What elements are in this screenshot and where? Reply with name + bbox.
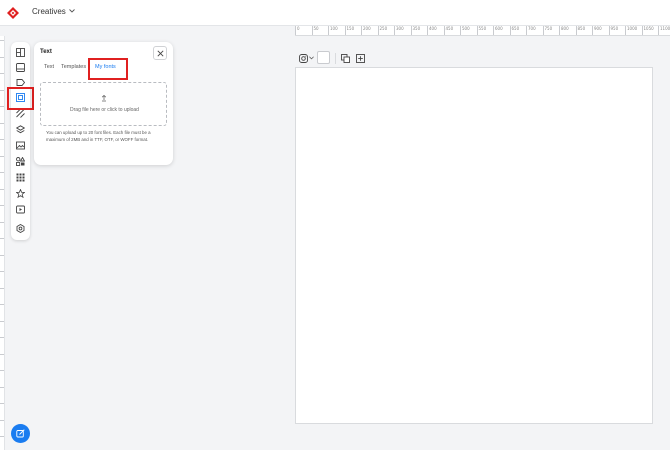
layers-tool[interactable] (15, 124, 26, 135)
layout-icon (16, 48, 25, 57)
ruler-tick-mark (0, 386, 4, 388)
my-fonts-tab-highlight (88, 58, 128, 80)
ruler-tick-label: 650 (509, 26, 519, 35)
ruler-tick-mark (0, 287, 4, 289)
layers-icon (16, 125, 25, 134)
add-icon (355, 53, 365, 63)
ruler-tick-mark (0, 73, 4, 74)
ruler-tick-label: 700 (526, 26, 536, 35)
ruler-tick-label: 450 (443, 26, 453, 35)
upload-hint: You can upload up to 20 font files. Each… (46, 130, 151, 142)
toolbar-divider (335, 53, 336, 64)
background-image-icon (16, 141, 25, 150)
ruler-tick-mark (0, 40, 4, 41)
font-upload-dropzone[interactable]: Drag file here or click to upload (40, 82, 167, 126)
ruler-tick-label: 1100 (658, 26, 670, 35)
ruler-tick-label: 400 (427, 26, 437, 35)
text-tool-highlight (7, 87, 34, 110)
ruler-tick-label: 1050 (641, 26, 654, 35)
image-icon (16, 63, 25, 72)
ruler-tick-mark (0, 155, 4, 157)
project-selector[interactable]: Creatives (32, 7, 75, 16)
ruler-tick-label: 150 (344, 26, 354, 35)
ruler-tick-mark (0, 304, 4, 305)
ruler-tick-label: 250 (377, 26, 387, 35)
project-label: Creatives (32, 7, 66, 16)
ruler-tick-label: 550 (476, 26, 486, 35)
ruler-tick-label: 1000 (625, 26, 637, 35)
ruler-tick-mark (0, 254, 4, 256)
video-tool[interactable] (15, 204, 26, 215)
gear-icon (16, 224, 25, 233)
top-bar: Creatives (0, 0, 670, 26)
dropzone-label: Drag file here or click to upload (70, 107, 139, 113)
grid-icon (16, 173, 25, 182)
ruler-tick-label: 850 (575, 26, 585, 35)
ruler-tick-label: 600 (493, 26, 503, 35)
ruler-tick-mark (0, 188, 4, 190)
ruler-tick-label: 350 (410, 26, 420, 35)
ruler-tick-mark (0, 419, 4, 421)
ruler-tick-mark (0, 238, 4, 239)
favorites-tool[interactable] (15, 188, 26, 199)
ruler-tick-mark (0, 370, 4, 371)
shapes-icon (16, 157, 25, 166)
ruler-tick-mark (0, 205, 4, 206)
ruler-tick-mark (0, 56, 4, 58)
edit-fab-button[interactable] (11, 424, 30, 443)
design-canvas[interactable] (295, 67, 653, 424)
tool-strip (11, 42, 30, 240)
ruler-tick-mark (0, 221, 4, 223)
ruler-tick-mark (0, 271, 4, 272)
ruler-tick-label: 950 (608, 26, 618, 35)
grid-tool[interactable] (15, 172, 26, 183)
background-color-swatch[interactable] (317, 51, 330, 64)
brand-logo-icon[interactable] (6, 6, 20, 20)
add-page-button[interactable] (354, 52, 366, 64)
close-icon (156, 49, 164, 57)
upload-icon (101, 94, 107, 102)
settings-tool[interactable] (15, 223, 26, 234)
star-icon (16, 189, 25, 198)
ruler-tick-mark (0, 403, 4, 404)
tab-templates[interactable]: Templates (61, 64, 86, 70)
ruler-tick-mark (0, 172, 4, 173)
tab-text[interactable]: Text (44, 64, 54, 70)
background-tool[interactable] (15, 140, 26, 151)
duplicate-button[interactable] (339, 52, 351, 64)
edit-icon (16, 429, 25, 438)
horizontal-ruler: 0 50 100 150 200 250 300 350 400 450 500 550 600 650 7… (295, 26, 670, 36)
tag-icon (16, 79, 25, 86)
ruler-tick-mark (0, 89, 4, 91)
ruler-tick-mark (0, 353, 4, 355)
ruler-tick-mark (0, 436, 4, 437)
panel-title: Text (40, 49, 52, 55)
stripes-icon (16, 109, 25, 118)
instagram-icon (298, 53, 308, 63)
close-button[interactable] (153, 46, 167, 60)
ruler-tick-label: 300 (394, 26, 404, 35)
chevron-down-icon (68, 8, 75, 15)
ruler-tick-mark (0, 122, 4, 124)
ruler-tick-label: 500 (460, 26, 470, 35)
platform-selector[interactable] (297, 52, 315, 64)
ruler-tick-mark (0, 337, 4, 338)
ruler-tick-mark (0, 320, 4, 322)
image-tool[interactable] (15, 62, 26, 73)
vertical-ruler (0, 36, 5, 450)
layout-tool[interactable] (15, 47, 26, 58)
ruler-tick-label: 0 (295, 26, 300, 35)
video-icon (16, 205, 25, 214)
ruler-tick-label: 200 (361, 26, 371, 35)
ruler-tick-label: 750 (542, 26, 552, 35)
elements-tool[interactable] (15, 156, 26, 167)
ruler-tick-label: 50 (311, 26, 319, 35)
ruler-tick-mark (0, 106, 4, 107)
ruler-tick-label: 800 (559, 26, 569, 35)
chevron-down-icon (308, 56, 314, 60)
ruler-tick-label: 900 (592, 26, 602, 35)
ruler-tick-label: 100 (328, 26, 338, 35)
copy-icon (340, 53, 350, 63)
ruler-tick-mark (0, 139, 4, 140)
